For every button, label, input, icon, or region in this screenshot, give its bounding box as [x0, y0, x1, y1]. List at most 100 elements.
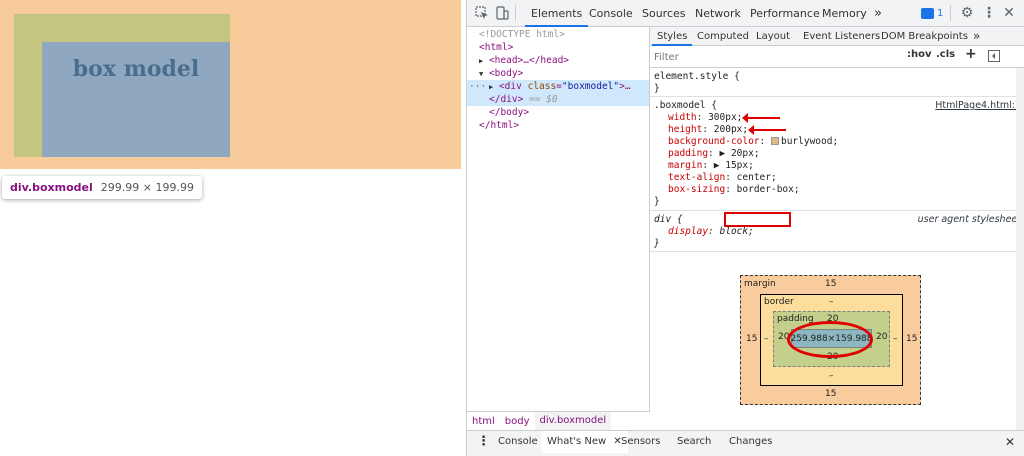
- tab-performance[interactable]: Performance: [744, 0, 826, 27]
- dom-body-close[interactable]: </body>: [489, 106, 529, 119]
- dom-html-open[interactable]: <html>: [479, 41, 513, 54]
- more-tabs-button[interactable]: »: [868, 0, 888, 27]
- decl-margin[interactable]: margin: ▶ 15px;: [668, 160, 754, 172]
- tooltip-tag: div.boxmodel: [10, 181, 93, 194]
- margin-highlight: box model: [0, 0, 461, 169]
- tab-layout[interactable]: Layout: [751, 27, 795, 46]
- box-text: box model: [72, 56, 200, 82]
- devtools-toolbar: Elements Console Sources Network Perform…: [467, 0, 1024, 27]
- class-toggle-button[interactable]: .cls: [936, 49, 955, 60]
- decl-padding[interactable]: padding: ▶ 20px;: [668, 148, 760, 160]
- inspect-element-icon[interactable]: [473, 4, 491, 22]
- drawer-tab-sensors[interactable]: Sensors: [621, 431, 661, 453]
- decl-text-align[interactable]: text-align: center;: [668, 172, 777, 184]
- tab-memory[interactable]: Memory: [816, 0, 873, 27]
- drawer-menu-icon[interactable]: ⋮: [477, 431, 490, 453]
- rule-source-link[interactable]: HtmlPage4.html:7: [935, 100, 1021, 111]
- expand-triangle-icon[interactable]: ▶: [489, 83, 493, 91]
- user-agent-rule: div { user agent stylesheet display: blo…: [650, 211, 1024, 252]
- tab-event-listeners[interactable]: Event Listeners: [798, 27, 885, 46]
- dom-head[interactable]: ▶ <head>…</head>: [479, 54, 569, 67]
- toggle-computed-sidebar-icon[interactable]: [988, 50, 1000, 65]
- tooltip-size: 299.99 × 199.99: [100, 181, 194, 194]
- drawer-tab-search[interactable]: Search: [677, 431, 711, 453]
- dom-div-line[interactable]: ▶ <div class="boxmodel">…: [489, 80, 631, 93]
- breadcrumb: html body div.boxmodel: [467, 411, 650, 430]
- dom-div-end[interactable]: </div> == $0: [489, 93, 558, 106]
- styles-scrollbar[interactable]: [1016, 68, 1024, 430]
- decl-value: ▶ 15px;: [713, 160, 754, 171]
- sidebar-tabs: Styles Computed Layout Event Listeners D…: [650, 27, 1024, 46]
- boxmodel-rule: .boxmodel { HtmlPage4.html:7 width: 300p…: [650, 97, 1024, 227]
- decl-value: block;: [719, 226, 754, 237]
- kebab-menu-icon[interactable]: ⋮: [980, 4, 998, 22]
- ua-selector[interactable]: div {: [654, 214, 683, 226]
- decl-value: border-box;: [736, 184, 800, 195]
- border-top-value[interactable]: –: [829, 297, 834, 307]
- close-devtools-icon[interactable]: ✕: [1000, 4, 1018, 22]
- margin-bottom-value[interactable]: 15: [825, 389, 836, 399]
- close-drawer-icon[interactable]: ✕: [1005, 431, 1015, 453]
- annotation-ellipse-content: [787, 321, 873, 358]
- color-swatch[interactable]: [770, 137, 779, 145]
- annotation-arrow-width: [742, 113, 780, 123]
- annotation-arrow-height: [748, 125, 786, 135]
- element-style-selector[interactable]: element.style {: [654, 71, 740, 83]
- dom-ellipsis-button[interactable]: ···: [469, 80, 486, 93]
- ua-source: user agent stylesheet: [917, 214, 1021, 225]
- dom-head-text: <head>…</head>: [488, 55, 570, 66]
- decl-box-sizing[interactable]: box-sizing: border-box;: [668, 184, 800, 196]
- new-style-rule-button[interactable]: +: [965, 46, 977, 62]
- border-right-value[interactable]: –: [893, 334, 898, 344]
- tab-console[interactable]: Console: [583, 0, 639, 27]
- decl-value: ▶ 20px;: [719, 148, 760, 159]
- filter-bar: :hov .cls +: [650, 46, 1024, 68]
- settings-gear-icon[interactable]: ⚙: [958, 4, 976, 22]
- drawer-tab-changes[interactable]: Changes: [729, 431, 773, 453]
- element-style-close: }: [654, 83, 660, 94]
- expand-triangle-icon[interactable]: ▶: [479, 57, 483, 65]
- breadcrumb-body[interactable]: body: [500, 416, 535, 427]
- styles-filter-input[interactable]: [654, 49, 902, 65]
- issues-badge[interactable]: 1: [918, 5, 946, 22]
- decl-name: display: [668, 226, 709, 237]
- tab-sources[interactable]: Sources: [636, 0, 692, 27]
- decl-name: box-sizing: [668, 184, 726, 195]
- dom-doctype[interactable]: <!DOCTYPE html>: [479, 28, 565, 41]
- tab-elements[interactable]: Elements: [525, 0, 589, 27]
- drawer-tab-whats-new[interactable]: What's New ✕: [541, 431, 628, 453]
- decl-name: height: [668, 124, 703, 135]
- dom-div-end-suffix: == $0: [523, 94, 558, 105]
- breadcrumb-div-boxmodel[interactable]: div.boxmodel: [534, 412, 612, 430]
- tab-network[interactable]: Network: [689, 0, 747, 27]
- dom-body-open[interactable]: ▼ <body>: [479, 67, 523, 80]
- dom-body-text: <body>: [488, 68, 524, 79]
- device-toolbar-icon[interactable]: [493, 4, 511, 22]
- border-bottom-value[interactable]: –: [829, 371, 834, 381]
- hover-state-button[interactable]: :hov: [907, 49, 932, 60]
- margin-left-value[interactable]: 15: [746, 334, 757, 344]
- inspected-page: box model div.boxmodel 299.99 × 199.99: [0, 0, 466, 456]
- margin-right-value[interactable]: 15: [906, 334, 917, 344]
- dom-div-tag: <div: [498, 81, 528, 92]
- dom-div-close: >…: [619, 81, 631, 92]
- decl-height[interactable]: height: 200px;: [668, 124, 748, 136]
- ua-decl-display: display: block;: [668, 226, 754, 237]
- margin-top-value[interactable]: 15: [825, 279, 836, 289]
- boxmodel-selector[interactable]: .boxmodel {: [654, 100, 717, 112]
- collapse-triangle-icon[interactable]: ▼: [479, 70, 483, 78]
- padding-right-value[interactable]: 20: [876, 332, 887, 342]
- tab-computed[interactable]: Computed: [692, 27, 754, 46]
- issues-icon: [921, 8, 934, 19]
- dom-html-close[interactable]: </html>: [479, 119, 519, 132]
- border-left-value[interactable]: –: [764, 334, 769, 344]
- tab-dom-breakpoints[interactable]: DOM Breakpoints: [876, 27, 973, 46]
- decl-width[interactable]: width: 300px;: [668, 112, 742, 124]
- drawer-tab-console[interactable]: Console: [498, 431, 538, 453]
- decl-background-color[interactable]: background-color: burlywood;: [668, 136, 838, 148]
- tab-styles[interactable]: Styles: [652, 27, 693, 46]
- decl-name: padding: [668, 148, 709, 159]
- drawer-tabbar: ⋮ Console What's New ✕ Sensors Search Ch…: [467, 430, 1024, 456]
- breadcrumb-html[interactable]: html: [467, 416, 500, 427]
- more-sidebar-tabs-button[interactable]: »: [968, 27, 985, 46]
